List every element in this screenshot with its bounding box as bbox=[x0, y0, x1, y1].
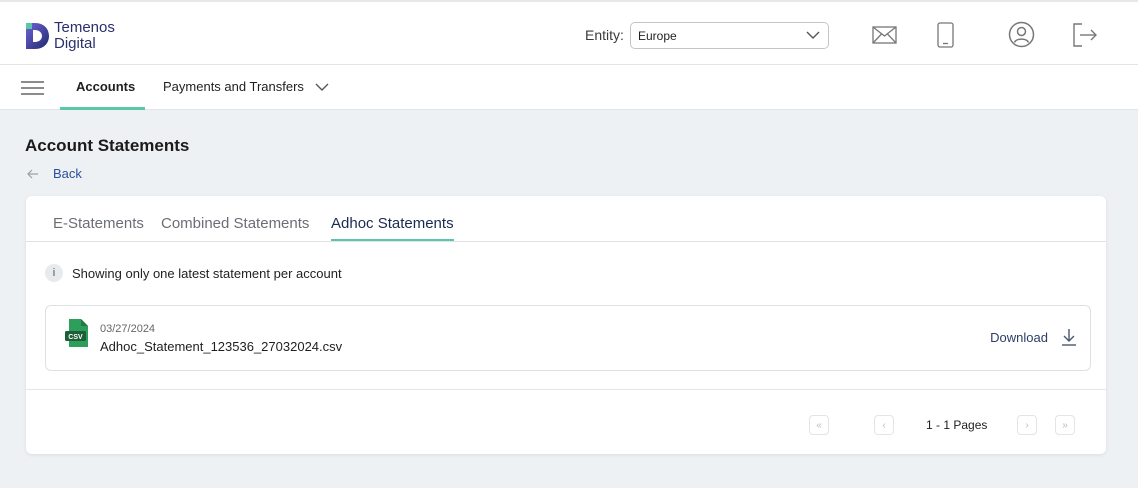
page-title: Account Statements bbox=[25, 136, 190, 155]
nav-tab-accounts[interactable]: Accounts bbox=[76, 79, 135, 94]
temenos-logo[interactable]: Temenos Digital bbox=[24, 20, 115, 52]
entity-select-value: Europe bbox=[638, 29, 677, 43]
csv-file-icon: CSV bbox=[65, 319, 88, 347]
back-link[interactable]: Back bbox=[27, 166, 82, 181]
pagination-status: 1 - 1 Pages bbox=[926, 418, 988, 432]
brand-line-2: Digital bbox=[54, 35, 96, 52]
info-icon: i bbox=[45, 264, 63, 282]
temenos-logo-mark bbox=[26, 23, 49, 49]
csv-badge-text: CSV bbox=[68, 334, 83, 341]
statement-date: 03/27/2024 bbox=[100, 323, 156, 335]
hamburger-menu-icon[interactable] bbox=[21, 81, 44, 95]
top-header: Temenos Digital Entity: Europe bbox=[0, 0, 1138, 65]
back-label: Back bbox=[53, 166, 82, 181]
info-message: i Showing only one latest statement per … bbox=[45, 264, 342, 282]
tab-e-statements[interactable]: E-Statements bbox=[53, 215, 144, 232]
download-icon bbox=[1062, 329, 1076, 346]
statements-card: E-Statements Combined Statements Adhoc S… bbox=[26, 196, 1106, 454]
mail-icon[interactable] bbox=[872, 26, 897, 44]
arrow-left-icon bbox=[27, 169, 38, 178]
download-button[interactable]: Download bbox=[990, 328, 1077, 346]
user-profile-icon[interactable] bbox=[1008, 21, 1035, 48]
first-page-button[interactable]: « bbox=[809, 415, 829, 435]
last-page-button[interactable]: » bbox=[1055, 415, 1075, 435]
next-page-button[interactable]: › bbox=[1017, 415, 1037, 435]
entity-select[interactable]: Europe bbox=[630, 22, 829, 49]
brand-name: Temenos Digital bbox=[54, 20, 115, 52]
previous-page-button[interactable]: ‹ bbox=[874, 415, 894, 435]
pagination-divider bbox=[26, 389, 1106, 390]
chevron-down-icon[interactable] bbox=[315, 82, 329, 92]
mobile-icon[interactable] bbox=[937, 22, 954, 48]
tab-combined-statements[interactable]: Combined Statements bbox=[161, 215, 309, 232]
logout-icon[interactable] bbox=[1072, 23, 1098, 47]
entity-label: Entity: bbox=[585, 27, 624, 43]
statement-tabs: E-Statements Combined Statements Adhoc S… bbox=[26, 196, 1106, 242]
tab-adhoc-statements[interactable]: Adhoc Statements bbox=[331, 215, 454, 232]
chevron-down-icon bbox=[806, 31, 820, 39]
brand-line-1: Temenos bbox=[54, 19, 115, 36]
nav-tab-payments-and-transfers[interactable]: Payments and Transfers bbox=[163, 79, 304, 94]
info-text: Showing only one latest statement per ac… bbox=[72, 265, 342, 281]
download-label: Download bbox=[990, 329, 1048, 345]
statement-file-item: CSV 03/27/2024 Adhoc_Statement_123536_27… bbox=[45, 305, 1091, 371]
main-nav: Accounts Payments and Transfers bbox=[0, 65, 1138, 110]
nav-active-indicator bbox=[60, 107, 145, 110]
active-tab-indicator bbox=[331, 239, 454, 241]
statement-file-name: Adhoc_Statement_123536_27032024.csv bbox=[100, 339, 343, 354]
